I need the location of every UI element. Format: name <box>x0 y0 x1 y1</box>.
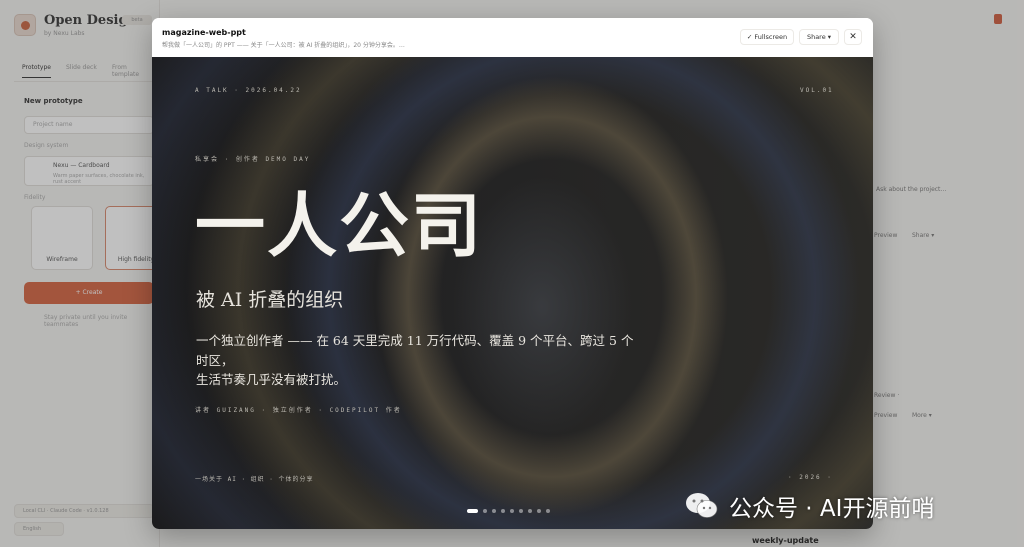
preview-modal: magazine-web-ppt 帮我做「一人公司」的 PPT —— 关于「一人… <box>152 18 873 529</box>
slide-body-line: 一个独立创作者 —— 在 64 天里完成 11 万行代码、覆盖 9 个平台、跨过… <box>196 333 634 348</box>
close-button[interactable]: ✕ <box>844 29 862 45</box>
slide-meta-left: A TALK · 2026.04.22 <box>195 87 302 94</box>
pagination-dot[interactable] <box>519 509 523 513</box>
slide-body-line: 生活节奏几乎没有被打扰。 <box>196 372 347 387</box>
pagination-dot[interactable] <box>510 509 514 513</box>
watermark: 公众号 · AI开源前哨 <box>685 489 934 523</box>
pagination-dot[interactable] <box>528 509 532 513</box>
pagination-dot-active[interactable] <box>467 509 478 513</box>
pagination-dot[interactable] <box>501 509 505 513</box>
slide-pagination <box>467 508 550 514</box>
fullscreen-button[interactable]: ✓ Fullscreen <box>740 29 794 45</box>
modal-title: magazine-web-ppt <box>162 28 246 37</box>
slide-subheadline: 被 AI 折叠的组织 <box>196 289 344 311</box>
pagination-dot[interactable] <box>546 509 550 513</box>
share-button[interactable]: Share ▾ <box>799 29 839 45</box>
modal-header: magazine-web-ppt 帮我做「一人公司」的 PPT —— 关于「一人… <box>152 18 873 57</box>
slide-body-line: 时区， <box>196 353 234 368</box>
slide-meta-right: VOL.01 <box>800 87 834 94</box>
pagination-dot[interactable] <box>492 509 496 513</box>
slide-kicker: 私享会 · 创作者 DEMO DAY <box>195 156 311 163</box>
slide-footer-left: 一场关于 AI · 组织 · 个体的分享 <box>195 476 314 483</box>
pagination-dot[interactable] <box>537 509 541 513</box>
slide-canvas[interactable]: A TALK · 2026.04.22 VOL.01 私享会 · 创作者 DEM… <box>152 57 873 529</box>
slide-footer-right: · 2026 · <box>788 474 833 481</box>
watermark-text: 公众号 · AI开源前哨 <box>729 496 935 522</box>
wechat-icon <box>685 492 719 520</box>
slide-headline: 一人公司 <box>195 184 483 267</box>
modal-subtitle: 帮我做「一人公司」的 PPT —— 关于「一人公司：被 AI 折叠的组织」，20… <box>162 42 405 49</box>
slide-byline: 讲者 GUIZANG · 独立创作者 · CODEPILOT 作者 <box>195 407 402 414</box>
pagination-dot[interactable] <box>483 509 487 513</box>
